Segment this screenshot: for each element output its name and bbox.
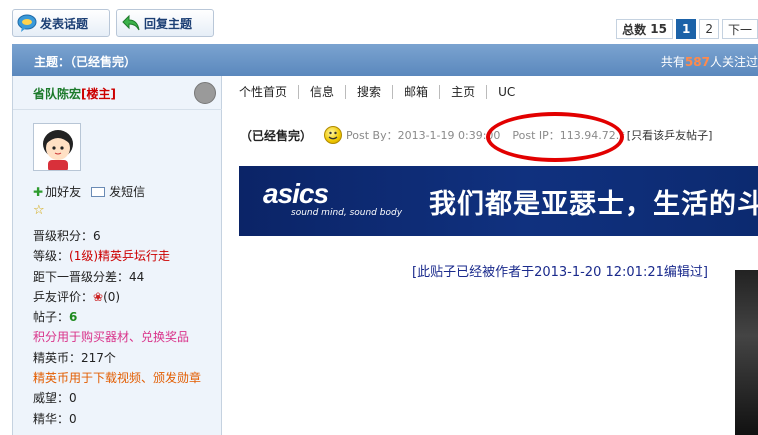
post-by: Post By：2013-1-19 0:39:00	[346, 129, 501, 142]
send-message-link[interactable]: 发短信	[109, 183, 145, 200]
menu-uc[interactable]: UC	[487, 85, 526, 99]
author-bar: 省队陈宏[楼主]	[13, 76, 222, 110]
post-header: （已经售完） Post By：2013-1-19 0:39:00 Post IP…	[240, 126, 712, 144]
menu-search[interactable]: 搜索	[346, 85, 394, 99]
asics-banner-ad[interactable]: asics sound mind, sound body 我们都是亚瑟士，生活的…	[239, 166, 758, 236]
new-topic-label: 发表话题	[40, 16, 89, 31]
banner-slogan: 我们都是亚瑟士，生活的斗	[429, 189, 758, 220]
page-2-link[interactable]: 2	[699, 19, 719, 39]
stat-prestige: 威望：0	[33, 391, 77, 406]
stat-coins-note: 精英币用于下载视频、颁发勋章	[33, 371, 202, 386]
stat-posts: 帖子：6	[33, 310, 78, 325]
followers-count: 共有587人关注过	[660, 55, 758, 69]
owner-tag: [楼主]	[81, 87, 116, 101]
pagination: 总数 15 1 2 下一	[616, 19, 758, 39]
pager-total: 总数 15	[616, 19, 673, 39]
author-actions: ✚ 加好友 发短信	[33, 183, 145, 200]
stat-rating: 乒友评价：❀(0)	[33, 289, 121, 304]
top-toolbar: 发表话题 回复主题 总数 15 1 2 下一	[0, 0, 758, 44]
flower-icon: ❀	[93, 289, 104, 304]
author-stats: 晋级积分：6 等级：(1级)精英乒坛行走 距下一晋级分差：44 乒友评价：❀(0…	[33, 226, 201, 429]
new-topic-button[interactable]: 发表话题	[12, 9, 110, 37]
offline-status-icon	[194, 82, 216, 104]
stat-points-note: 积分用于购买器材、兑换奖品	[33, 330, 190, 345]
topic-title-bar: 主题：（已经售完） 共有587人关注过	[12, 44, 758, 76]
stat-points-gap: 距下一晋级分差：44	[33, 269, 145, 284]
add-friend-link[interactable]: 加好友	[45, 183, 81, 200]
author-panel: 省队陈宏[楼主] ✚ 加好友 发短信 ☆ 晋级积分：6 等级：(1级)精英乒坛行…	[12, 76, 222, 435]
menu-info[interactable]: 信息	[299, 85, 347, 99]
author-menu: 个性首页 信息 搜索 邮箱 主页 UC	[239, 85, 526, 99]
asics-logo: asics	[263, 178, 329, 209]
envelope-icon	[91, 186, 106, 197]
reply-arrow-icon	[121, 13, 141, 33]
menu-profile-home[interactable]: 个性首页	[239, 85, 300, 99]
reply-topic-label: 回复主题	[144, 16, 193, 31]
smiley-icon	[324, 126, 343, 144]
asics-tagline: sound mind, sound body	[291, 208, 403, 218]
stat-essence: 精华：0	[33, 411, 77, 426]
post-title: （已经售完）	[240, 128, 313, 143]
stat-coins: 精英币：217个	[33, 350, 116, 365]
avatar[interactable]	[33, 123, 81, 171]
stat-promotion-points: 晋级积分：6	[33, 229, 101, 243]
topic-title: 主题：（已经售完）	[34, 55, 137, 69]
post-image[interactable]	[735, 270, 758, 435]
only-this-author-link[interactable]: [只看该乒友帖子]	[627, 127, 713, 143]
author-name[interactable]: 省队陈宏[楼主]	[33, 85, 116, 102]
red-highlight-circle	[486, 112, 624, 162]
menu-mailbox[interactable]: 邮箱	[393, 85, 441, 99]
star-icon: ☆	[33, 203, 45, 218]
stat-level: 等级：(1级)精英乒坛行走	[33, 249, 171, 264]
reply-topic-button[interactable]: 回复主题	[116, 9, 214, 37]
page-1-link[interactable]: 1	[675, 19, 697, 39]
speech-bubble-icon	[17, 13, 37, 33]
menu-homepage[interactable]: 主页	[440, 85, 488, 99]
edited-note: [此贴子已经被作者于2013-1-20 12:01:21编辑过]	[412, 265, 708, 280]
next-page-link[interactable]: 下一	[721, 19, 758, 39]
plus-icon: ✚	[33, 184, 44, 199]
